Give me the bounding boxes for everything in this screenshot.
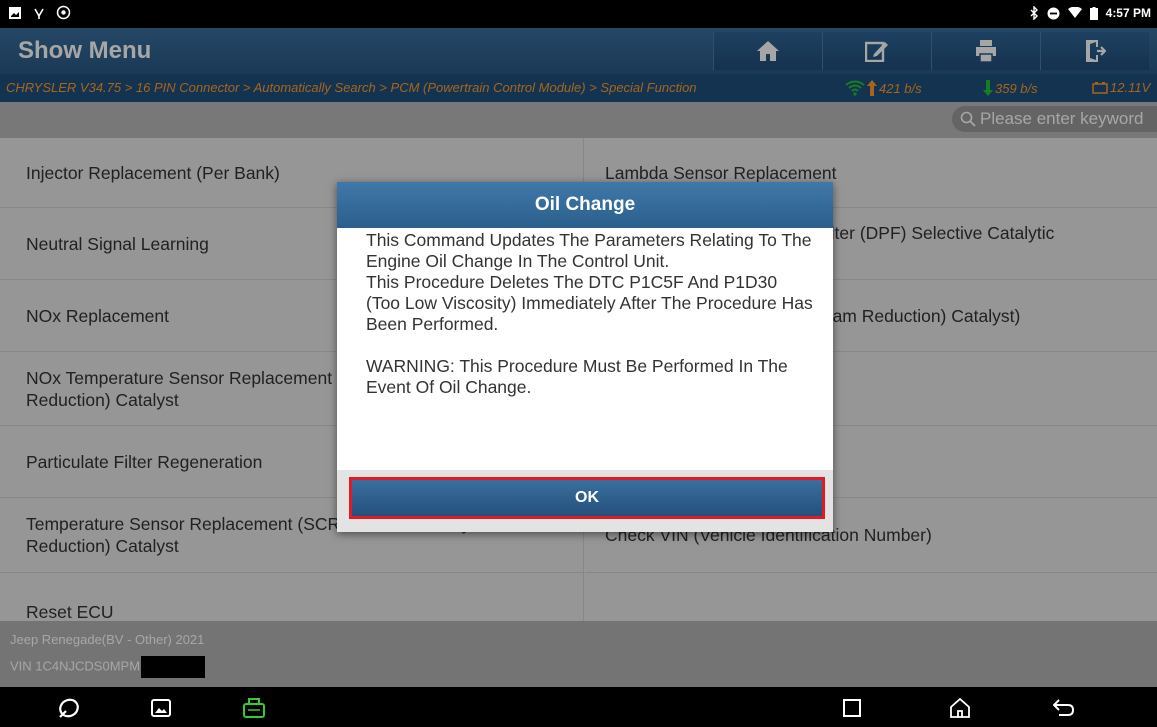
home-outline-icon <box>950 698 970 718</box>
bluetooth-icon <box>1030 6 1038 20</box>
oil-change-dialog: Oil Change This Command Updates The Para… <box>337 182 833 532</box>
gallery-icon <box>151 699 171 717</box>
wifi-icon <box>1067 7 1082 18</box>
recent-apps-button[interactable] <box>838 694 866 722</box>
status-right-icons: 4:57 PM <box>1029 6 1151 20</box>
back-arrow-icon <box>1053 699 1075 716</box>
home-nav-button[interactable] <box>946 694 974 722</box>
back-button[interactable] <box>1050 694 1078 722</box>
browser-icon <box>59 698 79 718</box>
vci-app-button[interactable] <box>240 694 268 722</box>
recent-apps-icon <box>843 699 861 717</box>
system-nav-bar <box>0 687 1157 727</box>
browser-app-button[interactable] <box>55 694 83 722</box>
dialog-message: This Command Updates The Parameters Rela… <box>366 230 813 397</box>
clock: 4:57 PM <box>1105 6 1151 20</box>
status-left-icons <box>8 5 71 20</box>
gallery-app-button[interactable] <box>147 694 175 722</box>
vci-icon <box>243 698 265 718</box>
dialog-footer: OK <box>337 470 833 532</box>
usb-debug-icon <box>34 8 44 19</box>
dialog-title: Oil Change <box>337 182 833 228</box>
system-status-bar: 4:57 PM <box>0 0 1157 28</box>
gallery-notification-icon <box>9 6 21 19</box>
do-not-disturb-icon <box>1047 7 1060 19</box>
settings-notification-icon <box>56 5 71 20</box>
ok-button[interactable]: OK <box>349 477 825 519</box>
battery-icon <box>1089 6 1098 20</box>
